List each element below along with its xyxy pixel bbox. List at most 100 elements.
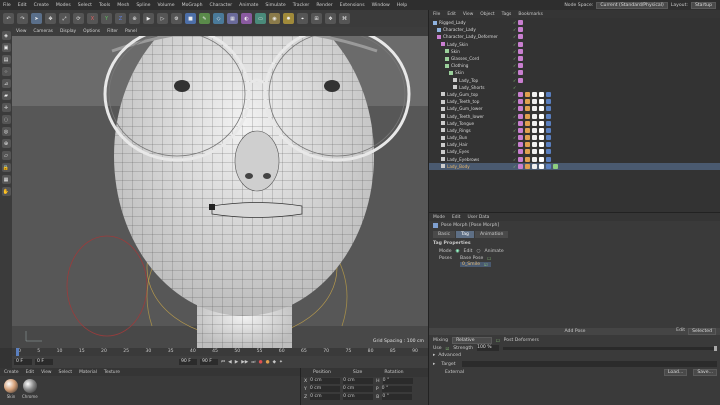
coordinate-system-icon[interactable]: ⊕ <box>129 13 140 24</box>
tag-icon[interactable] <box>518 63 524 69</box>
rotate-tool-icon[interactable]: ⟳ <box>73 13 84 24</box>
rotation-field[interactable]: 0 ° <box>381 386 412 392</box>
tag-icon[interactable] <box>518 113 524 119</box>
play-icon[interactable]: ▶ <box>235 360 239 365</box>
target-toggle-icon[interactable]: ▸ <box>433 362 435 367</box>
object-row[interactable]: Rigged_Lady ✓ <box>429 19 720 26</box>
material-menu-texture[interactable]: Texture <box>104 370 120 375</box>
start-frame-field[interactable]: 0 F <box>35 359 53 365</box>
visibility-check-icon[interactable]: ✓ <box>513 121 516 126</box>
strength-field[interactable]: 100 % <box>477 345 500 351</box>
viewport[interactable]: Perspective Default Camera Grid Spacing … <box>12 36 428 348</box>
pose-item[interactable]: 0_Smile <box>462 262 480 267</box>
polygons-mode-icon[interactable]: ▰ <box>1 91 11 100</box>
menu-item-create[interactable]: Create <box>34 3 49 8</box>
object-row[interactable]: Lady_Gum_lower ✓ <box>429 105 720 112</box>
tag-icon[interactable] <box>532 106 538 112</box>
tag-icon[interactable] <box>518 156 524 162</box>
tag-icon[interactable] <box>518 70 524 76</box>
go-to-start-icon[interactable]: ⏮ <box>221 359 225 365</box>
visibility-check-icon[interactable]: ✓ <box>513 99 516 104</box>
object-row[interactable]: Character_Lady_Deformer ✓ <box>429 33 720 40</box>
visibility-check-icon[interactable]: ✓ <box>513 135 516 140</box>
viewport-menu-filter[interactable]: Filter <box>107 29 118 34</box>
tag-icon[interactable] <box>539 163 545 169</box>
visibility-check-icon[interactable]: ✓ <box>513 149 516 154</box>
tag-icon[interactable] <box>532 156 538 162</box>
tag-icon[interactable] <box>539 135 545 141</box>
tag-icon[interactable] <box>525 106 531 112</box>
tag-icon[interactable] <box>532 135 538 141</box>
tag-icon[interactable] <box>518 106 524 112</box>
tab-tag[interactable]: Tag <box>456 231 474 238</box>
render-settings-icon[interactable]: ⚙ <box>171 13 182 24</box>
points-mode-icon[interactable]: ⁘ <box>1 67 11 76</box>
tag-icon[interactable] <box>525 149 531 155</box>
z-axis-icon[interactable]: Z <box>115 13 126 24</box>
tab-animation[interactable]: Animation <box>474 231 509 238</box>
array-icon[interactable]: ▦ <box>227 13 238 24</box>
tag-icon[interactable] <box>546 120 552 126</box>
advanced-toggle-icon[interactable]: ▸ <box>433 353 435 358</box>
tag-icon[interactable] <box>518 91 524 97</box>
menu-item-spline[interactable]: Spline <box>136 3 150 8</box>
tag-icon[interactable] <box>518 142 524 148</box>
base-pose[interactable]: Base Pose <box>460 256 483 261</box>
object-row[interactable]: Character_Lady ✓ <box>429 26 720 33</box>
object-row[interactable]: Lady_Bun ✓ <box>429 134 720 141</box>
select-tool-icon[interactable]: ➤ <box>31 13 42 24</box>
undo-icon[interactable]: ↶ <box>3 13 14 24</box>
tag-icon[interactable] <box>539 99 545 105</box>
tag-icon[interactable] <box>546 163 552 169</box>
mode-animate-radio[interactable]: ○ <box>476 249 480 254</box>
tag-icon[interactable] <box>539 113 545 119</box>
python-icon[interactable]: ⌘ <box>339 13 350 24</box>
visibility-check-icon[interactable]: ✓ <box>513 157 516 162</box>
tag-icon[interactable] <box>518 149 524 155</box>
make-editable-icon[interactable]: ◈ <box>1 31 11 40</box>
tab-basic[interactable]: Basic <box>433 231 456 238</box>
snap-icon[interactable]: ⌖ <box>297 13 308 24</box>
visibility-check-icon[interactable]: ✓ <box>513 63 516 68</box>
base-pose-check[interactable]: ☐ <box>487 256 491 261</box>
material-swatch[interactable]: Skin <box>4 379 18 399</box>
object-menu-edit[interactable]: Edit <box>447 12 456 17</box>
attribute-menu-edit[interactable]: Edit <box>452 215 461 220</box>
model-mode-icon[interactable]: ▣ <box>1 43 11 52</box>
tag-icon[interactable] <box>518 27 524 33</box>
tag-icon[interactable] <box>539 106 545 112</box>
visibility-check-icon[interactable]: ✓ <box>513 142 516 147</box>
rotation-field[interactable]: 0 ° <box>382 378 413 384</box>
object-menu-object[interactable]: Object <box>480 12 494 17</box>
record-icon[interactable]: ● <box>258 360 262 365</box>
object-row[interactable]: Lady_Top ✓ <box>429 77 720 84</box>
tag-icon[interactable] <box>518 41 524 47</box>
render-to-picture-viewer-icon[interactable]: ▷ <box>157 13 168 24</box>
viewport-menu-panel[interactable]: Panel <box>125 29 137 34</box>
snapping-icon[interactable]: ⊕ <box>1 139 11 148</box>
viewport-menu-cameras[interactable]: Cameras <box>33 29 53 34</box>
tag-icon[interactable] <box>539 91 545 97</box>
menu-item-select[interactable]: Select <box>78 3 92 8</box>
object-row[interactable]: Lady_Body ✓ <box>429 162 720 170</box>
menu-item-file[interactable]: File <box>3 3 11 8</box>
rotation-field[interactable]: 0 ° <box>382 394 413 400</box>
menu-item-extensions[interactable]: Extensions <box>340 3 365 8</box>
keyframe-selection-icon[interactable]: ◆ <box>272 360 276 365</box>
mode-edit-radio[interactable]: ◉ <box>456 249 460 254</box>
scale-tool-icon[interactable]: ⤢ <box>59 13 70 24</box>
go-to-end-icon[interactable]: ⏭ <box>251 359 255 365</box>
next-frame-icon[interactable]: ▶▶ <box>241 360 248 365</box>
visibility-check-icon[interactable]: ✓ <box>513 106 516 111</box>
tag-icon[interactable] <box>553 163 559 169</box>
tag-icon[interactable] <box>518 56 524 62</box>
tag-icon[interactable] <box>532 99 538 105</box>
menu-item-volume[interactable]: Volume <box>158 3 175 8</box>
motion-icon[interactable]: ✦ <box>279 360 283 365</box>
object-menu-view[interactable]: View <box>463 12 473 17</box>
tag-icon[interactable] <box>518 99 524 105</box>
object-menu-bookmarks[interactable]: Bookmarks <box>518 12 543 17</box>
object-row[interactable]: Lady_Gum_top ✓ <box>429 91 720 98</box>
material-menu-create[interactable]: Create <box>4 370 19 375</box>
menu-item-help[interactable]: Help <box>397 3 407 8</box>
